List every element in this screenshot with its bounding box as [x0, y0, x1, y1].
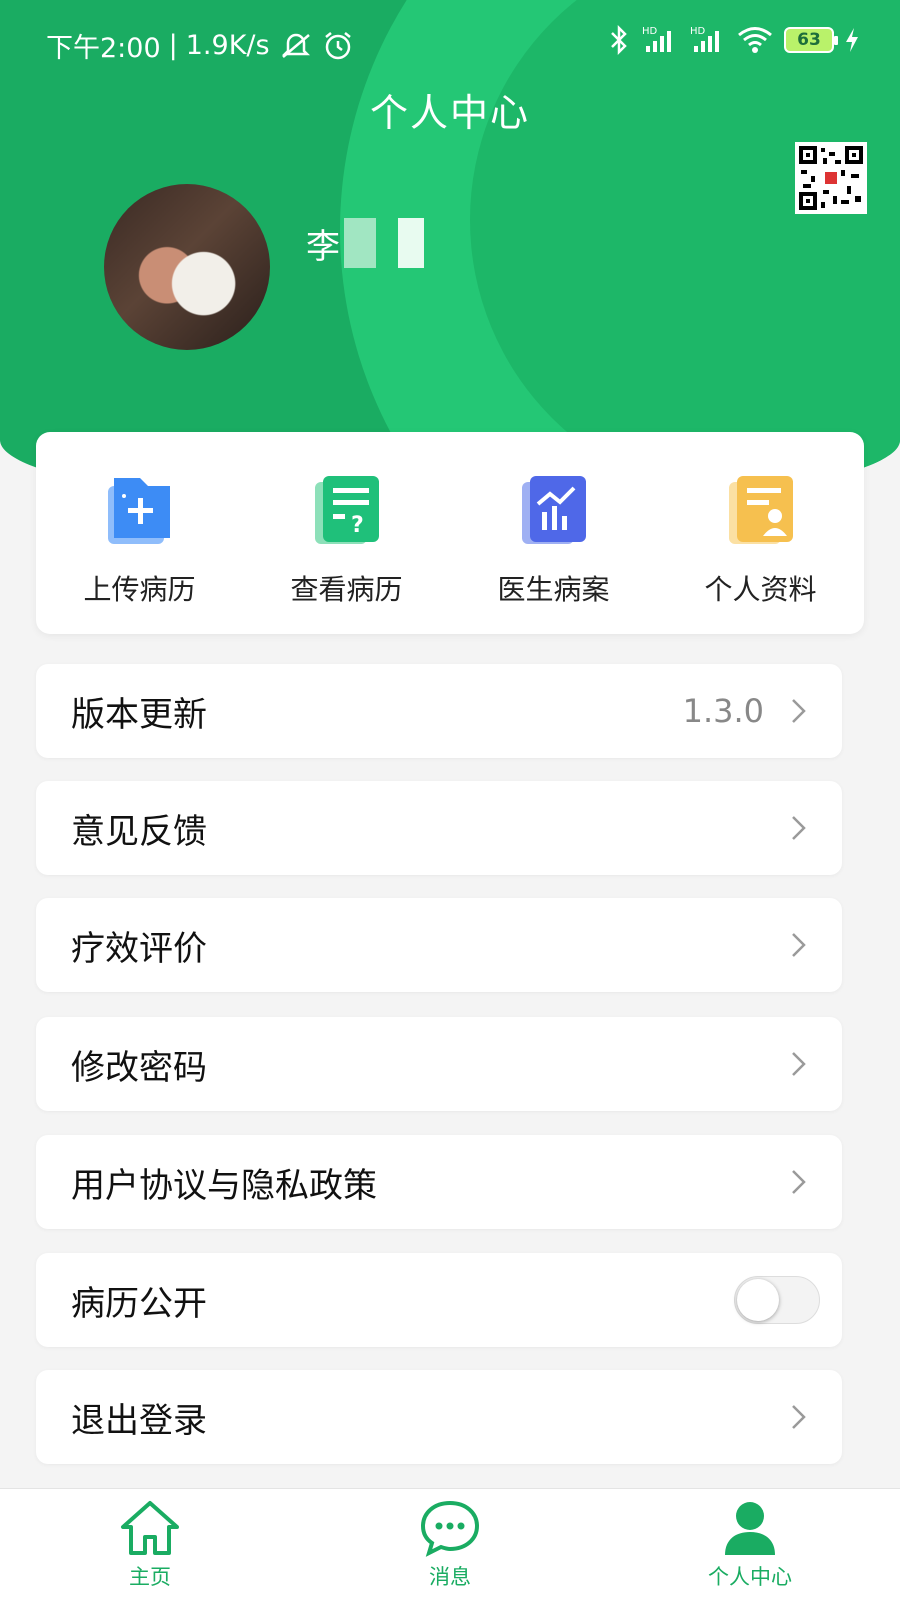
- chevron-right-icon: [792, 816, 806, 840]
- quick-action-label: 查看病历: [290, 573, 403, 606]
- message-icon: [420, 1500, 480, 1557]
- username-text: 李: [306, 226, 340, 267]
- quick-action-doctor-case[interactable]: 医生病案: [450, 432, 657, 634]
- bluetooth-icon: [608, 24, 630, 56]
- quick-action-view-record[interactable]: ? 查看病历: [243, 432, 450, 634]
- upload-record-icon: [104, 472, 176, 548]
- menu-item-change-password[interactable]: 修改密码: [36, 1017, 842, 1111]
- menu-item-label: 疗效评价: [71, 928, 207, 969]
- menu-item-efficacy-evaluation[interactable]: 疗效评价: [36, 898, 842, 992]
- signal-icon-1: HD: [640, 24, 678, 56]
- qr-code-button[interactable]: [795, 142, 867, 214]
- mute-notification-icon: [278, 31, 314, 61]
- menu-item-label: 修改密码: [71, 1047, 207, 1088]
- chevron-right-icon: [792, 699, 806, 723]
- qr-code-icon: [799, 146, 863, 210]
- menu-item-label: 用户协议与隐私政策: [71, 1165, 377, 1206]
- user-icon: [725, 1502, 775, 1555]
- nav-label: 主页: [129, 1565, 171, 1589]
- toggle-knob: [737, 1279, 779, 1321]
- menu-item-label: 退出登录: [71, 1400, 207, 1441]
- record-public-toggle[interactable]: [734, 1276, 820, 1324]
- view-record-icon: ?: [311, 472, 383, 548]
- home-icon: [121, 1501, 179, 1555]
- doctor-case-icon: [518, 472, 590, 548]
- page-title: 个人中心: [369, 91, 530, 135]
- username-masked-1: [344, 218, 376, 268]
- username: 李: [306, 218, 424, 268]
- chevron-right-icon: [792, 1170, 806, 1194]
- charging-icon: [844, 26, 860, 54]
- menu-item-label: 版本更新: [71, 694, 207, 735]
- menu-item-version-update[interactable]: 版本更新 1.3.0: [36, 664, 842, 758]
- battery-indicator: 63: [784, 27, 838, 53]
- status-separator: |: [168, 30, 178, 61]
- quick-action-profile[interactable]: 个人资料: [657, 432, 864, 634]
- quick-action-label: 上传病历: [83, 573, 196, 606]
- signal-hd-label-1: HD: [642, 26, 658, 37]
- status-bar: 下午2:00 | 1.9K/s HD HD 63: [0, 0, 900, 80]
- menu-item-user-agreement[interactable]: 用户协议与隐私政策: [36, 1135, 842, 1229]
- profile-doc-icon: [725, 472, 797, 548]
- quick-action-label: 医生病案: [497, 573, 610, 606]
- menu-item-label: 意见反馈: [71, 811, 207, 852]
- nav-label: 个人中心: [708, 1565, 792, 1589]
- network-speed: 1.9K/s: [185, 30, 270, 61]
- chevron-right-icon: [792, 933, 806, 957]
- avatar[interactable]: [104, 184, 270, 350]
- quick-action-upload-record[interactable]: 上传病历: [36, 432, 243, 634]
- signal-icon-2: HD: [688, 24, 726, 56]
- nav-item-profile[interactable]: 个人中心: [600, 1489, 900, 1600]
- nav-item-messages[interactable]: 消息: [300, 1489, 600, 1600]
- menu-item-record-public: 病历公开: [36, 1253, 842, 1347]
- wifi-icon: [736, 25, 774, 55]
- version-value: 1.3.0: [682, 692, 764, 730]
- quick-actions-card: 上传病历 ? 查看病历 医生病案 个人资料: [36, 432, 864, 634]
- menu-item-logout[interactable]: 退出登录: [36, 1370, 842, 1464]
- nav-item-home[interactable]: 主页: [0, 1489, 300, 1600]
- status-time: 下午2:00: [46, 33, 161, 64]
- chevron-right-icon: [792, 1405, 806, 1429]
- nav-label: 消息: [429, 1565, 471, 1589]
- menu-item-label: 病历公开: [71, 1283, 207, 1324]
- alarm-icon: [322, 30, 354, 62]
- signal-hd-label-2: HD: [690, 26, 706, 37]
- svg-text:?: ?: [351, 513, 364, 538]
- chevron-right-icon: [792, 1052, 806, 1076]
- menu-item-feedback[interactable]: 意见反馈: [36, 781, 842, 875]
- username-masked-2: [398, 218, 424, 268]
- battery-level: 63: [797, 30, 821, 50]
- quick-action-label: 个人资料: [704, 573, 817, 606]
- bottom-nav: 主页 消息 个人中心: [0, 1488, 900, 1600]
